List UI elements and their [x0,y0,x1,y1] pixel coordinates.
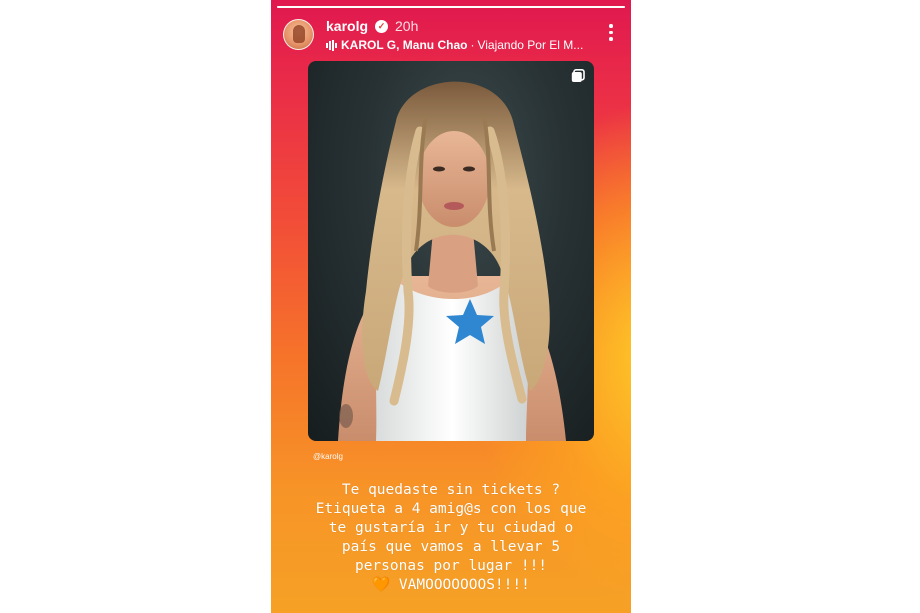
post-photo [338,81,566,441]
story-progress-bar [277,6,625,8]
avatar-figure [293,25,305,43]
music-sticker[interactable]: KAROL G, Manu Chao · Viajando Por El M... [326,38,596,52]
post-time: 20h [395,18,419,34]
more-options-icon[interactable] [609,24,613,44]
caption-line: 🧡 VAMOOOOOOOS!!!! [372,577,530,593]
story-container[interactable]: karolg ✓ 20h KAROL G, Manu Chao · Viajando… [271,0,631,613]
caption-line: Te quedaste sin tickets ? [341,482,561,498]
music-artists: KAROL G, Manu Chao [341,38,468,52]
caption-line: Etiqueta a 4 amig@s con los que [315,501,587,517]
carousel-icon [571,69,585,82]
story-header: karolg ✓ 20h KAROL G, Manu Chao · Viajando… [283,18,619,54]
caption-line: país que vamos a llevar 5 [341,539,561,555]
verified-badge-icon: ✓ [375,20,388,33]
story-caption: Te quedaste sin tickets ? Etiqueta a 4 a… [277,481,625,595]
caption-line: personas por lugar !!! [354,558,548,574]
caption-line: te gustaría ir y tu ciudad o [328,520,574,536]
shared-post-image[interactable] [308,61,594,441]
username[interactable]: karolg [326,18,368,35]
music-equalizer-icon [326,40,337,51]
story-progress-fill [277,6,625,8]
avatar[interactable] [283,19,314,50]
music-song-title: Viajando Por El M... [477,38,584,52]
post-credit-tag[interactable]: @karolg [313,452,343,461]
music-separator: · [470,38,475,52]
